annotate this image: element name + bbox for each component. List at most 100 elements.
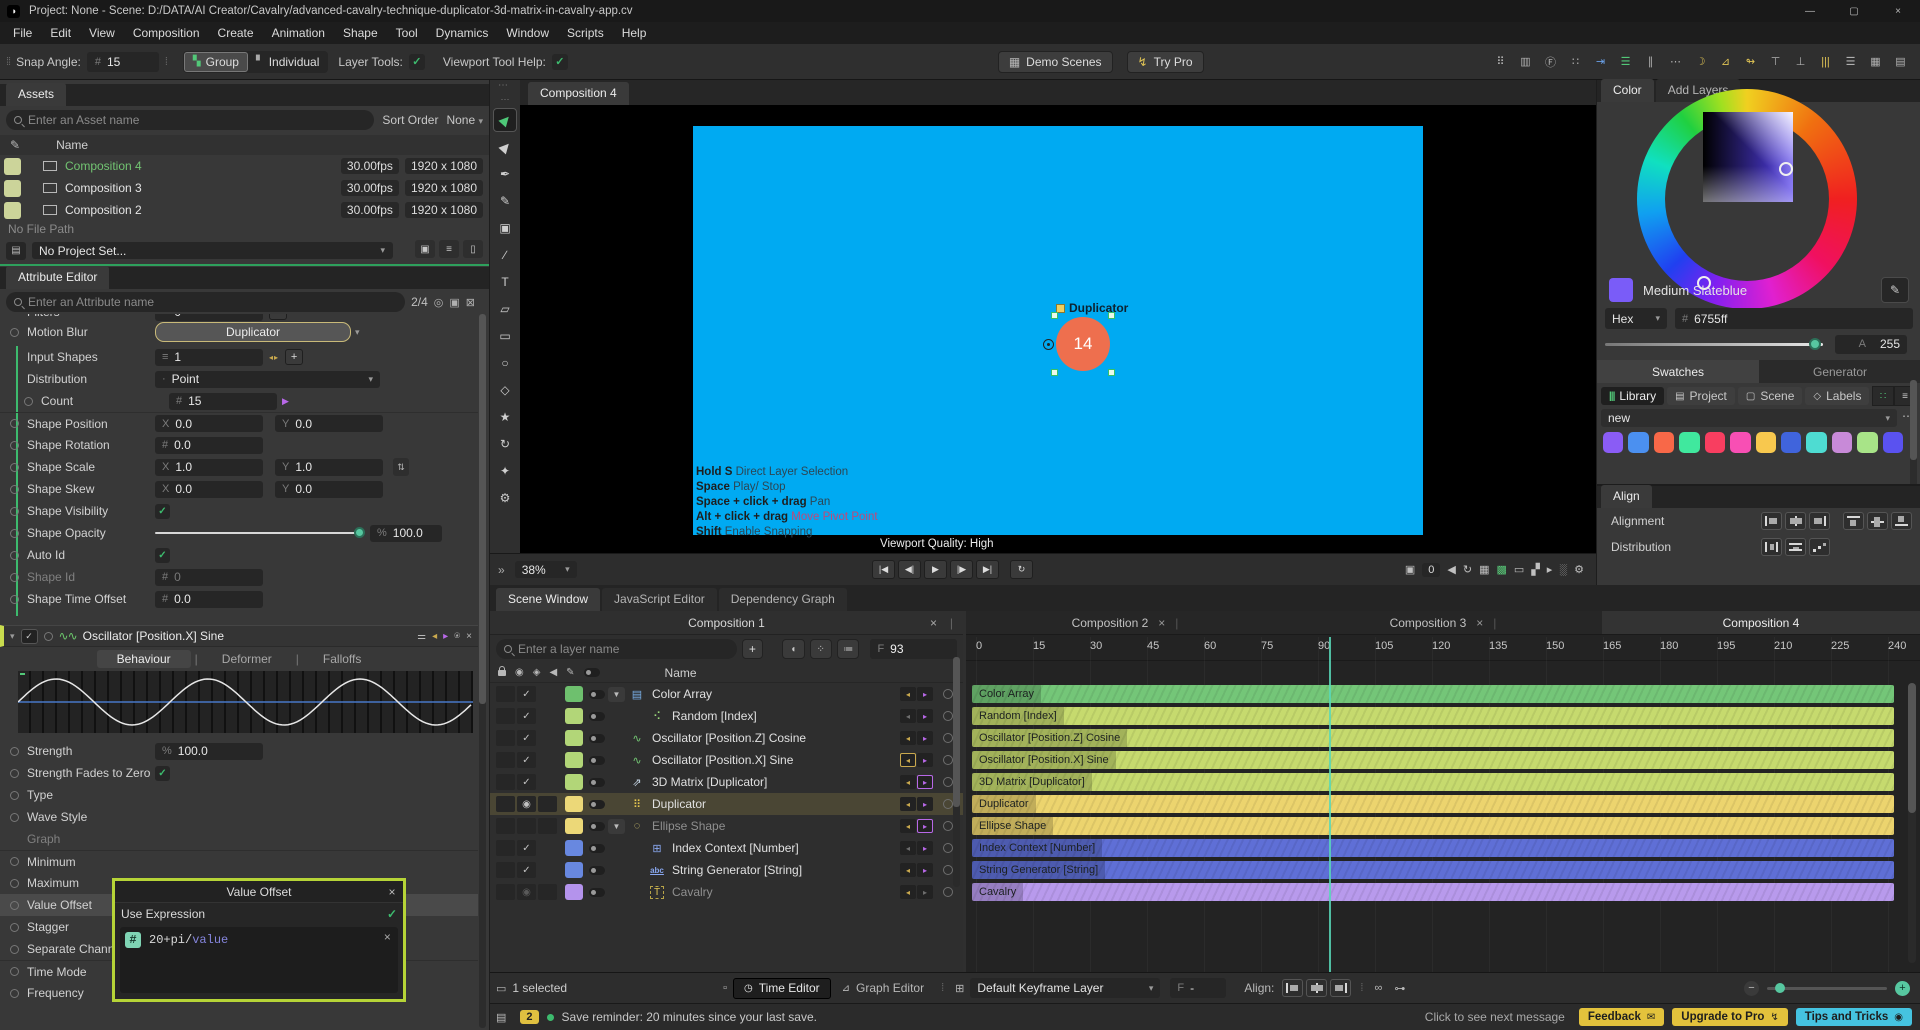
in-port[interactable]: ◂ [900,819,916,833]
attribute-row[interactable]: Shape Position X 0.0 Y 0.0 [0,412,478,434]
camera-toggle-icon[interactable] [589,865,605,875]
go-end-button[interactable]: ▶| [976,560,999,579]
grid-view-icon[interactable]: ∷ [1872,386,1894,406]
dropdown-select[interactable]: · Point ▾ [155,370,380,388]
lock-cell[interactable] [496,796,515,812]
layer-connection-circle[interactable] [943,887,953,897]
in-port[interactable]: ◂ [900,885,916,899]
out-port[interactable]: ▸ [917,731,933,745]
attribute-search-input[interactable]: Enter an Attribute name [6,292,406,312]
attribute-port[interactable] [10,922,19,932]
columns-3-icon[interactable]: ||| [1814,51,1837,73]
layer-connection-circle[interactable] [943,711,953,721]
align-keys-right-button[interactable] [1330,979,1352,997]
lock-cell[interactable] [496,686,515,702]
add-input-button[interactable]: + [285,349,304,365]
pivot-point[interactable] [1043,339,1054,350]
out-port-icon[interactable]: ▸ [443,631,448,642]
lock-cell[interactable] [496,752,515,768]
attribute-port[interactable] [10,967,19,976]
attribute-port[interactable] [10,327,19,337]
keyframe-layer-select[interactable]: Default Keyframe Layer ▾ [970,978,1161,998]
zoom-in-button[interactable]: + [1895,980,1910,996]
tips-button[interactable]: Tips and Tricks ◉ [1795,1008,1912,1026]
toolbar-grip[interactable]: ⁞⁞ [6,56,11,68]
filter-settings-icon[interactable]: ≔ [836,639,860,659]
layer-row[interactable]: ✓ abc String Generator [String] ◂ ▸ [490,859,963,881]
menu-file[interactable]: File [4,22,41,44]
attribute-port[interactable] [10,746,19,756]
layer-scrollbar-thumb[interactable] [953,657,960,807]
layer-row[interactable]: ✓ ∿ Oscillator [Position.Z] Cosine ◂ ▸ [490,727,963,749]
attribute-port[interactable] [10,768,19,778]
message-count-badge[interactable]: 2 [520,1010,539,1024]
enabled-checkbox[interactable]: ✓ [517,686,536,702]
camera-toggle-icon[interactable] [589,755,605,765]
tab-swatches[interactable]: Swatches [1597,360,1759,383]
align-keys-center-button[interactable] [1306,979,1328,997]
rect-tool[interactable]: ▭ [493,324,517,348]
list-view-icon[interactable]: ≡ [439,240,459,258]
import-icon[interactable]: ⇥ [1589,51,1612,73]
timeline-bar[interactable]: Ellipse Shape [972,817,1894,835]
feedback-button[interactable]: Feedback ✉ [1578,1008,1665,1026]
asset-search-input[interactable]: Enter an Asset name [6,110,375,130]
collapse-chevron-icon[interactable]: ▾ [10,631,15,642]
rows-icon[interactable]: ☰ [1839,51,1862,73]
viewport-help-checkbox[interactable]: ✓ [551,53,568,70]
attribute-port[interactable] [10,878,19,888]
more-icon[interactable]: ⋯ [1664,51,1687,73]
expand-chevron-icon[interactable]: ▼ [608,686,625,702]
y-field[interactable]: Y 1.0 [275,458,383,476]
osc-tab-behaviour[interactable]: Behaviour [96,649,191,668]
lock-cell[interactable] [496,884,515,900]
align-bottom-button[interactable] [1891,512,1912,530]
out-port[interactable]: ▸ [917,775,933,789]
align-center-v-button[interactable] [1867,512,1888,530]
opacity-slider[interactable] [155,527,365,538]
close-icon[interactable]: × [1158,616,1165,630]
camera-toggle-icon[interactable] [589,821,605,831]
menu-edit[interactable]: Edit [41,22,80,44]
alpha-slider[interactable] [1605,337,1823,350]
tab-assets[interactable]: Assets [6,83,67,106]
close-icon[interactable]: × [381,885,403,899]
out-port[interactable]: ▸ [917,753,933,767]
color-swatch[interactable] [1730,432,1751,453]
current-frame-input[interactable]: F 93 [870,639,957,659]
y-field[interactable]: Y 0.0 [275,480,383,498]
keyframe-frame-input[interactable]: F- [1170,978,1227,998]
layer-connection-circle[interactable] [943,733,953,743]
time-editor-button[interactable]: ◷ Time Editor [733,977,831,999]
layer-connection-circle[interactable] [943,865,953,875]
asset-row[interactable]: Composition 3 30.00fps 1920 x 1080 [0,177,489,199]
lock-cell[interactable] [496,818,515,834]
pencil-tool[interactable]: ✎ [493,189,517,213]
in-port[interactable]: ◂ [900,709,916,723]
value-field[interactable]: % 100.0 [155,742,263,760]
select-tool[interactable]: ▶ [493,108,517,132]
attribute-port[interactable] [10,594,19,604]
layer-row[interactable]: ◉ T Cavalry ◂ ▸ [490,881,963,903]
attribute-row[interactable]: Shape Time Offset #0.0 [0,588,478,610]
transparency-icon[interactable]: ░ [1559,564,1567,576]
align-list-icon[interactable]: ☰ [1614,51,1637,73]
timeline-bar[interactable]: Cavalry [972,883,1894,901]
camera-toggle-icon[interactable] [589,799,605,809]
layer-color-swatch[interactable] [565,708,583,724]
asset-name[interactable]: Composition 4 [65,159,341,173]
sort-order-select[interactable]: None ▾ [446,113,483,127]
attribute-port[interactable] [24,396,33,406]
snapshot-icon[interactable]: ▣ [1405,563,1415,576]
onion-skin-icon[interactable]: ◖ [782,639,805,659]
library-tab-project[interactable]: ▤ Project [1667,387,1735,405]
tool-settings-icon[interactable]: ⚙ [493,486,517,510]
asset-name[interactable]: Composition 3 [65,181,341,195]
tab-dependency-graph[interactable]: Dependency Graph [718,588,847,611]
attribute-port[interactable] [10,506,19,516]
asset-color-swatch[interactable] [4,179,21,197]
layer-name[interactable]: Duplicator [652,797,706,811]
step-forward-button[interactable]: |▶ [950,560,973,579]
loop-button[interactable]: ↻ [1010,560,1033,579]
layer-connection-circle[interactable] [943,755,953,765]
